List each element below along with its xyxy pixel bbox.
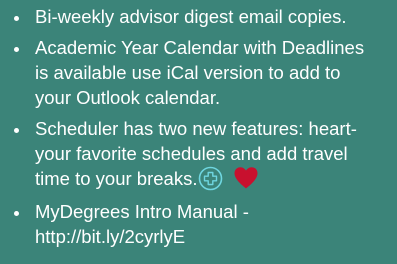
list-item-text: Academic Year Calendar with Deadlines <box>35 37 365 58</box>
list-item: Scheduler has two new features: heart- y… <box>0 116 397 193</box>
heart-icon <box>233 166 259 190</box>
list-item-text: Bi-weekly advisor digest email copies. <box>35 6 347 27</box>
bullet-dot-icon <box>14 128 19 133</box>
list-item: Bi-weekly advisor digest email copies. <box>0 4 397 29</box>
plus-circle-icon <box>198 166 223 191</box>
bullet-dot-icon <box>14 16 19 21</box>
list-item-text: Scheduler has two new features: heart- <box>35 118 357 139</box>
announcement-list: Bi-weekly advisor digest email copies. A… <box>0 0 397 255</box>
list-item-text: your Outlook calendar. <box>35 87 221 108</box>
list-item-line-with-icons: time to your breaks. <box>35 166 393 193</box>
bullet-dot-icon <box>14 210 19 216</box>
list-item-text: time to your breaks. <box>35 168 198 189</box>
manual-link[interactable]: http://bit.ly/2cyrlyE <box>35 224 393 249</box>
bullet-dot-icon <box>14 47 19 52</box>
list-item-text: is available use iCal version to add to <box>35 62 341 83</box>
list-item-text: your favorite schedules and add travel <box>35 143 348 164</box>
list-item: Academic Year Calendar with Deadlines is… <box>0 35 397 110</box>
list-item: MyDegrees Intro Manual - http://bit.ly/2… <box>0 199 397 249</box>
list-item-text: MyDegrees Intro Manual - <box>35 200 249 222</box>
